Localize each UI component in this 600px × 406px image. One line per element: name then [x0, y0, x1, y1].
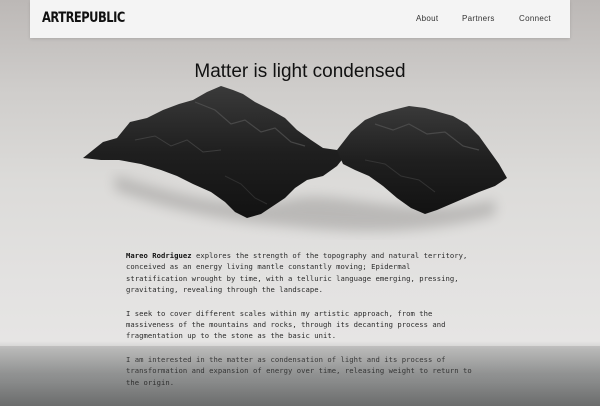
statement-paragraph-2: I seek to cover different scales within …	[126, 308, 446, 341]
statement-paragraph-1: Mareo Rodriguez explores the strength of…	[126, 250, 476, 296]
top-navigation-bar: ARTREPUBLIC About Partners Connect	[30, 0, 570, 38]
nav-link-partners[interactable]: Partners	[462, 14, 495, 23]
artist-statement: Mareo Rodriguez explores the strength of…	[126, 250, 476, 400]
nav-link-connect[interactable]: Connect	[519, 14, 551, 23]
statement-paragraph-3: I am interested in the matter as condens…	[126, 354, 472, 387]
artist-name: Mareo Rodriguez	[126, 251, 192, 260]
rock-sculpture-image	[83, 86, 507, 232]
right-rock	[337, 106, 507, 214]
nav-link-about[interactable]: About	[416, 14, 438, 23]
site-logo[interactable]: ARTREPUBLIC	[42, 10, 125, 26]
